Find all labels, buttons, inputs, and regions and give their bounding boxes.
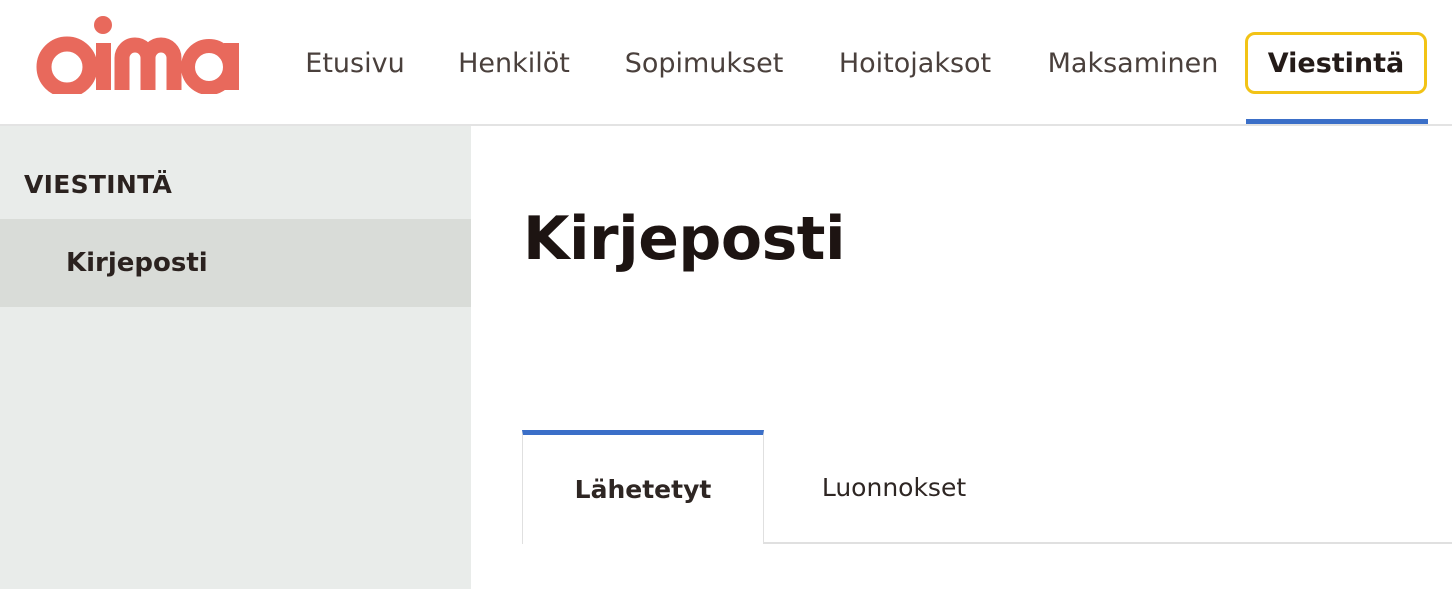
top-navigation-bar: Etusivu Henkilöt Sopimukset Hoitojaksot … <box>0 0 1452 126</box>
nav-hoitojaksot[interactable]: Hoitojaksot <box>822 32 1008 94</box>
oima-logo[interactable] <box>36 12 258 94</box>
tab-luonnokset[interactable]: Luonnokset <box>764 430 1024 544</box>
active-nav-indicator <box>1246 119 1428 124</box>
tab-lahetetyt[interactable]: Lähetetyt <box>522 430 764 544</box>
nav-henkilot[interactable]: Henkilöt <box>440 32 588 94</box>
nav-etusivu[interactable]: Etusivu <box>290 32 420 94</box>
sidebar-heading: VIESTINTÄ <box>24 170 173 199</box>
page-title: Kirjeposti <box>523 204 846 274</box>
nav-viestinta[interactable]: Viestintä <box>1245 32 1427 94</box>
sidebar-item-label: Kirjeposti <box>66 248 208 278</box>
sidebar-item-kirjeposti[interactable]: Kirjeposti <box>0 219 471 307</box>
oima-logo-icon <box>36 16 239 94</box>
tab-label: Luonnokset <box>821 472 967 502</box>
nav-maksaminen[interactable]: Maksaminen <box>1030 32 1236 94</box>
sidebar: VIESTINTÄ Kirjeposti <box>0 126 471 589</box>
tab-label: Lähetetyt <box>574 475 712 504</box>
nav-sopimukset[interactable]: Sopimukset <box>608 32 800 94</box>
main-content: Kirjeposti Lähetetyt Luonnokset <box>471 126 1452 589</box>
